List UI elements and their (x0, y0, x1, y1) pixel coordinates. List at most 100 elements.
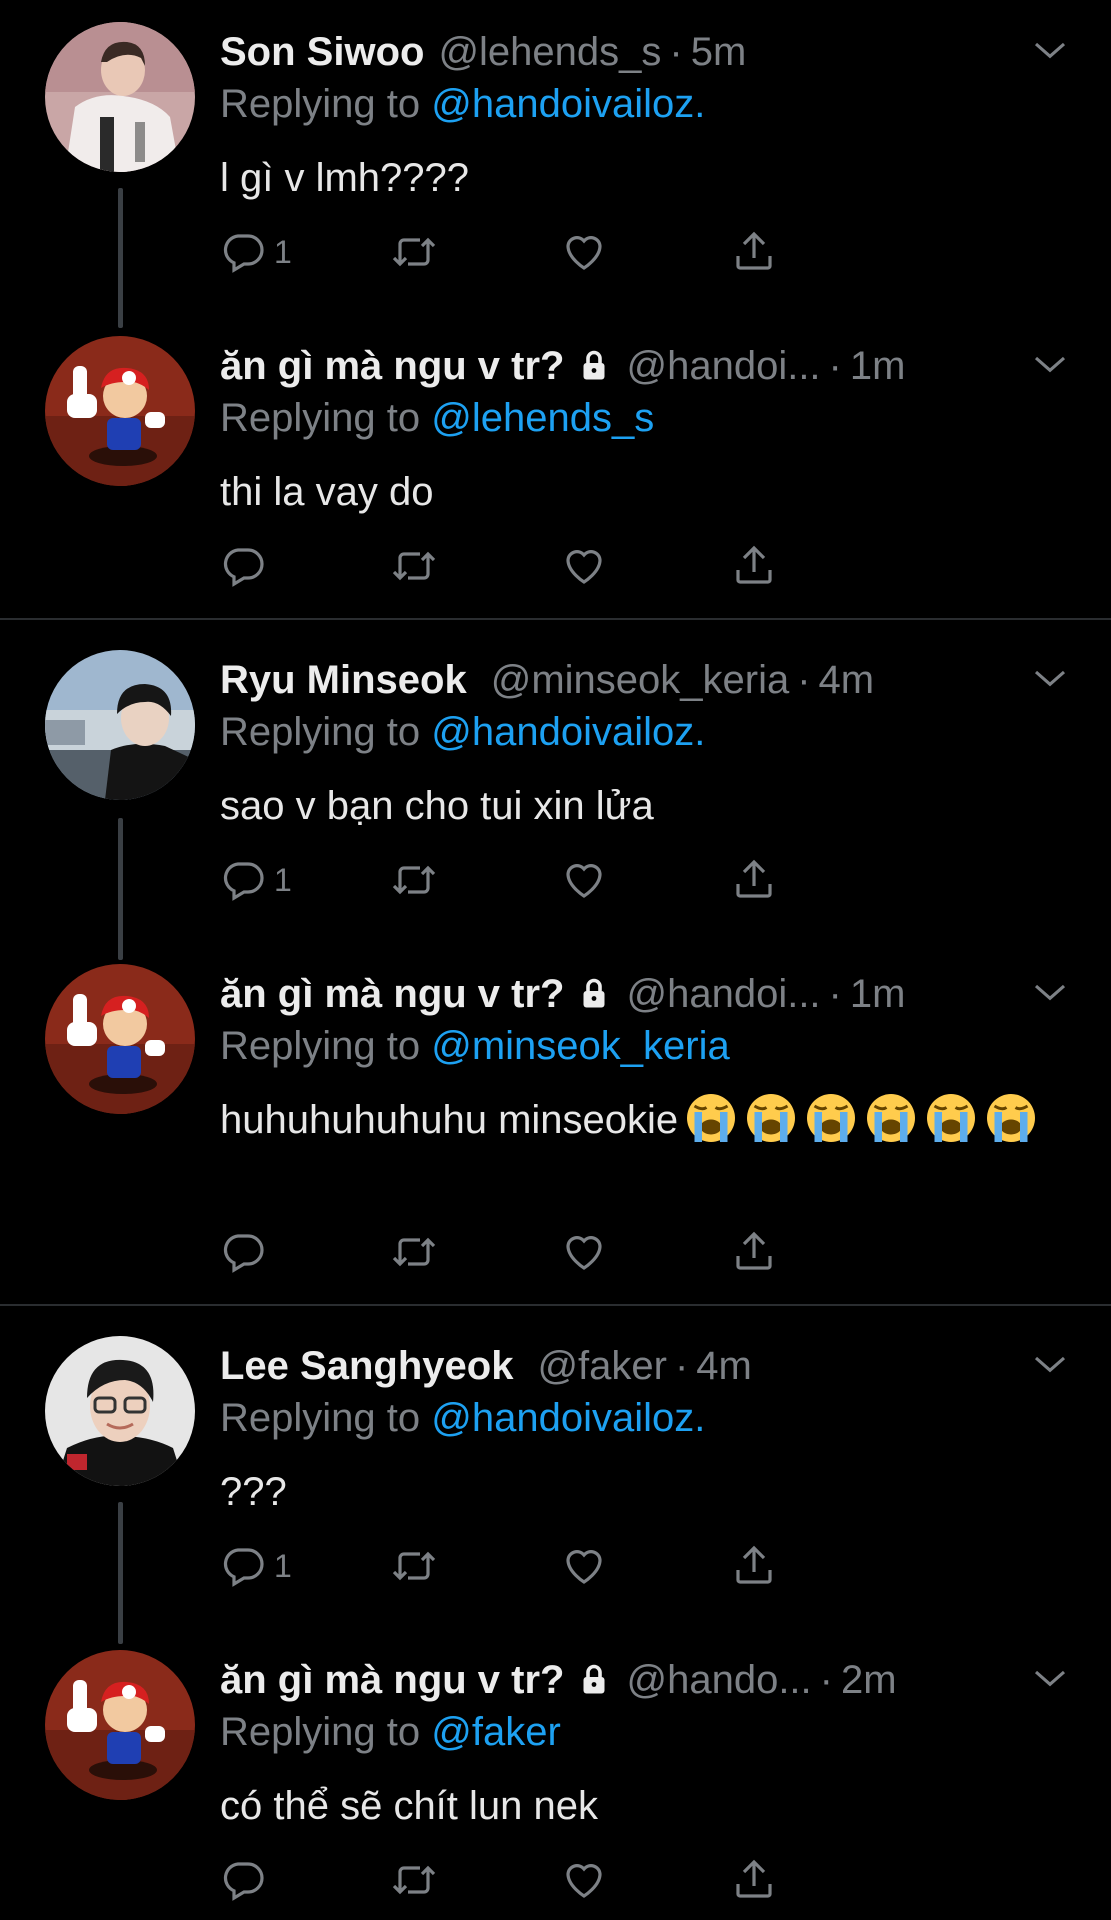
mention-link[interactable]: @minseok_keria (431, 1024, 730, 1068)
replying-to-label: Replying to (220, 710, 432, 754)
reply-count: 1 (274, 861, 292, 898)
mention-link[interactable]: @handoivailoz. (431, 1396, 705, 1440)
thread-line (118, 818, 123, 960)
timestamp[interactable]: 2m (841, 1656, 897, 1704)
user-handle[interactable]: @handoi... (626, 970, 820, 1018)
tweet-text: huhuhuhuhuhu minseokie (220, 1090, 1051, 1150)
reply-count: 1 (274, 1547, 292, 1584)
caret-down-icon[interactable] (1029, 1658, 1071, 1700)
avatar[interactable] (45, 1336, 195, 1486)
user-handle[interactable]: @minseok_keria (491, 656, 790, 704)
lock-icon (576, 1662, 612, 1698)
share-button[interactable] (730, 228, 900, 276)
avatar[interactable] (45, 22, 195, 172)
tweet-actions (220, 1222, 900, 1282)
share-icon (736, 1231, 772, 1270)
display-name[interactable]: Lee Sanghyeok (220, 1342, 513, 1390)
reply-button[interactable] (220, 1856, 390, 1904)
reply-icon (223, 1234, 264, 1273)
tweet-actions: 1 (220, 1536, 900, 1596)
like-button[interactable] (560, 856, 730, 904)
reply-icon (223, 234, 264, 273)
loudly-crying-face-emoji (807, 1094, 856, 1142)
mention-link[interactable]: @handoivailoz. (431, 82, 705, 126)
display-name[interactable]: Ryu Minseok (220, 656, 467, 704)
retweet-button[interactable] (390, 1856, 560, 1904)
tweet-text: có thể sẽ chít lun nek (220, 1784, 599, 1828)
mention-link[interactable]: @faker (431, 1710, 561, 1754)
retweet-button[interactable] (390, 856, 560, 904)
divider (0, 1304, 1111, 1306)
like-button[interactable] (560, 1856, 730, 1904)
keria-avatar (45, 650, 195, 800)
reply-button[interactable]: 1 (220, 1542, 390, 1590)
emoji-row (678, 1094, 1038, 1142)
share-button[interactable] (730, 856, 900, 904)
like-button[interactable] (560, 228, 730, 276)
caret-down-icon[interactable] (1029, 658, 1071, 700)
thread-line (118, 1502, 123, 1644)
caret-down-icon[interactable] (1029, 30, 1071, 72)
replying-to: Replying to @handoivailoz. (220, 1394, 705, 1442)
display-name[interactable]: ăn gì mà ngu v tr? (220, 342, 564, 390)
separator-dot: · (819, 1658, 833, 1702)
like-icon (566, 550, 602, 584)
avatar[interactable] (45, 1650, 195, 1800)
like-icon (566, 236, 602, 270)
timestamp[interactable]: 1m (850, 970, 906, 1018)
avatar[interactable] (45, 964, 195, 1114)
replying-to-label: Replying to (220, 82, 432, 126)
retweet-button[interactable] (390, 1542, 560, 1590)
share-icon (736, 859, 772, 898)
share-button[interactable] (730, 542, 900, 590)
reply-icon (223, 1548, 264, 1587)
like-button[interactable] (560, 542, 730, 590)
avatar[interactable] (45, 336, 195, 486)
replying-to: Replying to @lehends_s (220, 394, 654, 442)
share-icon (736, 1545, 772, 1584)
like-button[interactable] (560, 1228, 730, 1276)
display-name[interactable]: Son Siwoo (220, 28, 424, 76)
user-handle[interactable]: @faker (537, 1342, 667, 1390)
reply-icon (223, 548, 264, 587)
caret-down-icon[interactable] (1029, 972, 1071, 1014)
caret-down-icon[interactable] (1029, 1344, 1071, 1386)
share-icon (736, 231, 772, 270)
replying-to: Replying to @faker (220, 1708, 561, 1756)
reply-button[interactable]: 1 (220, 228, 390, 276)
user-handle[interactable]: @handoi... (626, 342, 820, 390)
tweet-actions (220, 1850, 900, 1910)
retweet-button[interactable] (390, 542, 560, 590)
caret-down-icon[interactable] (1029, 344, 1071, 386)
timestamp[interactable]: 4m (696, 1342, 752, 1390)
share-button[interactable] (730, 1228, 900, 1276)
mention-link[interactable]: @handoivailoz. (431, 710, 705, 754)
share-button[interactable] (730, 1542, 900, 1590)
mention-link[interactable]: @lehends_s (431, 396, 654, 440)
mario-middle-finger-avatar (45, 1650, 195, 1800)
display-name[interactable]: ăn gì mà ngu v tr? (220, 970, 564, 1018)
replying-to: Replying to @handoivailoz. (220, 708, 705, 756)
timestamp[interactable]: 1m (850, 342, 906, 390)
reply-button[interactable] (220, 542, 390, 590)
retweet-icon (392, 551, 436, 581)
reply-button[interactable]: 1 (220, 856, 390, 904)
like-button[interactable] (560, 1542, 730, 1590)
avatar[interactable] (45, 650, 195, 800)
reply-icon (223, 862, 264, 901)
retweet-button[interactable] (390, 228, 560, 276)
tweet-actions: 1 (220, 222, 900, 282)
share-button[interactable] (730, 1856, 900, 1904)
retweet-button[interactable] (390, 1228, 560, 1276)
tweet-text: l gì v lmh???? (220, 156, 470, 200)
lock-icon (576, 976, 612, 1012)
like-icon (566, 1864, 602, 1898)
user-handle[interactable]: @lehends_s (438, 28, 661, 76)
replying-to-label: Replying to (220, 1024, 432, 1068)
tweet-text-body: huhuhuhuhuhu minseokie (220, 1098, 679, 1142)
timestamp[interactable]: 4m (819, 656, 875, 704)
reply-button[interactable] (220, 1228, 390, 1276)
display-name[interactable]: ăn gì mà ngu v tr? (220, 1656, 564, 1704)
user-handle[interactable]: @hando... (626, 1656, 811, 1704)
timestamp[interactable]: 5m (691, 28, 747, 76)
